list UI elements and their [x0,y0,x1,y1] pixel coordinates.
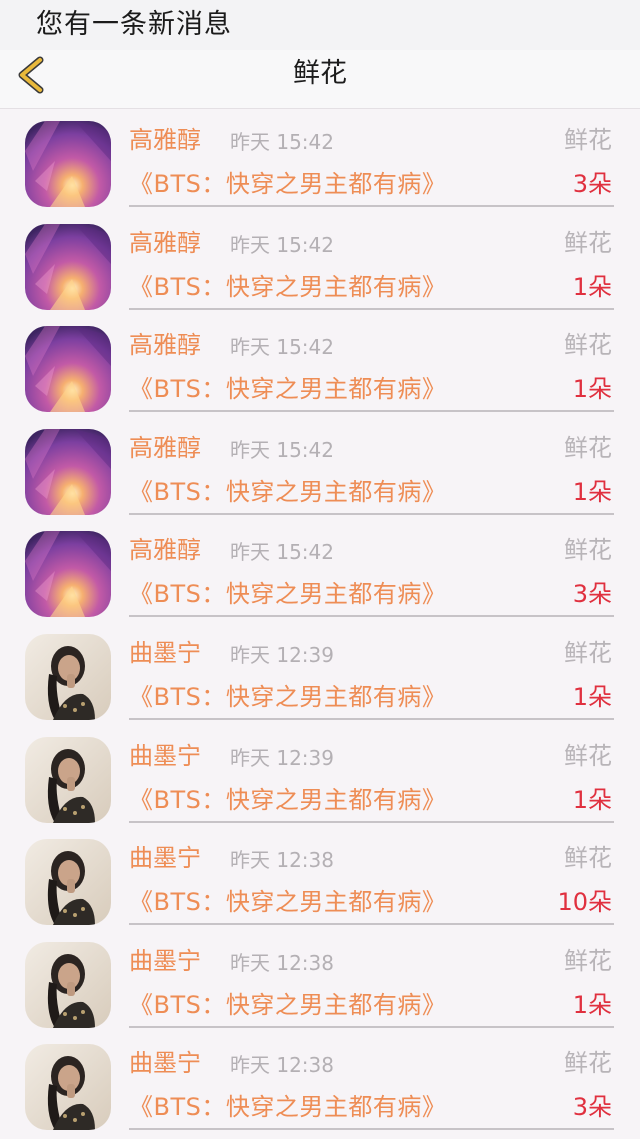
gift-type-label: 鲜花 [564,638,612,667]
avatar[interactable] [25,736,111,823]
avatar[interactable] [25,428,111,515]
divider [129,1128,614,1131]
list-item[interactable]: 高雅醇 昨天 15:42 鲜花《BTS：快穿之男主都有病》 3朵 [0,109,640,212]
list-item[interactable]: 曲墨宁 昨天 12:39 鲜花《BTS：快穿之男主都有病》 1朵 [0,725,640,828]
avatar[interactable] [25,839,111,926]
book-title[interactable]: 《BTS：快穿之男主都有病》 [129,168,446,200]
timestamp: 昨天 12:38 [230,848,334,873]
sender-name: 曲墨宁 [129,946,201,975]
flower-count: 3朵 [572,580,612,609]
flower-count: 1朵 [572,477,612,506]
avatar[interactable] [25,223,111,310]
gift-type-label: 鲜花 [564,844,612,873]
book-title[interactable]: 《BTS：快穿之男主都有病》 [129,989,446,1021]
list-item[interactable]: 高雅醇 昨天 15:42 鲜花《BTS：快穿之男主都有病》 3朵 [0,519,640,622]
book-title[interactable]: 《BTS：快穿之男主都有病》 [129,886,446,918]
sender-name: 曲墨宁 [129,844,201,873]
book-title[interactable]: 《BTS：快穿之男主都有病》 [129,578,446,610]
book-title[interactable]: 《BTS：快穿之男主都有病》 [129,373,446,405]
divider [129,923,614,926]
book-title[interactable]: 《BTS：快穿之男主都有病》 [129,1091,446,1123]
list-item[interactable]: 高雅醇 昨天 15:42 鲜花《BTS：快穿之男主都有病》 1朵 [0,417,640,520]
divider [129,512,614,515]
list-item[interactable]: 曲墨宁 昨天 12:38 鲜花《BTS：快穿之男主都有病》 10朵 [0,827,640,930]
book-title[interactable]: 《BTS：快穿之男主都有病》 [129,681,446,713]
divider [129,307,614,310]
flower-count: 3朵 [572,170,612,198]
list-item[interactable]: 曲墨宁 昨天 12:38 鲜花《BTS：快穿之男主都有病》 3朵 [0,1032,640,1135]
flower-list: 高雅醇 昨天 15:42 鲜花 《BTS：快穿之男主都有病》 3朵 高雅醇 昨天 15:4… [0,109,640,1135]
list-item[interactable]: 高雅醇 昨天 15:42 鲜花《BTS：快穿之男主都有病》 1朵 [0,212,640,315]
divider [129,615,614,618]
flower-count: 1朵 [572,272,612,301]
gift-type-label: 鲜花 [564,1049,612,1078]
flower-count: 1朵 [572,990,612,1019]
flower-count: 1朵 [572,682,612,711]
timestamp: 昨天 12:39 [230,745,334,770]
divider [129,820,614,823]
sender-name: 曲墨宁 [129,1049,201,1078]
timestamp: 昨天 15:42 [230,130,334,154]
sender-name: 高雅醇 [129,433,201,462]
timestamp: 昨天 15:42 [230,335,334,360]
notification-banner[interactable]: 您有一条新消息 [0,0,640,50]
divider [129,410,614,413]
sender-name: 高雅醇 [129,331,201,360]
divider [129,205,614,207]
timestamp: 昨天 12:39 [230,642,334,667]
avatar[interactable] [25,1044,111,1131]
page-title: 鲜花 [293,58,347,89]
gift-type-label: 鲜花 [564,331,612,360]
list-item[interactable]: 高雅醇 昨天 15:42 鲜花《BTS：快穿之男主都有病》 1朵 [0,314,640,417]
timestamp: 昨天 12:38 [230,1053,334,1078]
timestamp: 昨天 15:42 [230,540,334,565]
gift-type-label: 鲜花 [564,433,612,462]
avatar[interactable] [25,121,111,207]
list-item[interactable]: 曲墨宁 昨天 12:38 鲜花《BTS：快穿之男主都有病》 1朵 [0,930,640,1033]
book-title[interactable]: 《BTS：快穿之男主都有病》 [129,476,446,508]
sender-name: 曲墨宁 [129,638,201,667]
flower-count: 1朵 [572,785,612,814]
gift-type-label: 鲜花 [564,946,612,975]
sender-name: 高雅醇 [129,228,201,257]
sender-name: 曲墨宁 [129,741,201,770]
timestamp: 昨天 15:42 [230,232,334,257]
flower-count: 3朵 [572,1093,612,1122]
notification-text: 您有一条新消息 [36,9,232,40]
avatar[interactable] [25,633,111,720]
timestamp: 昨天 15:42 [230,437,334,462]
avatar[interactable] [25,326,111,413]
flower-count: 1朵 [572,375,612,404]
book-title[interactable]: 《BTS：快穿之男主都有病》 [129,784,446,816]
sender-name: 高雅醇 [129,126,201,154]
book-title[interactable]: 《BTS：快穿之男主都有病》 [129,271,446,303]
avatar[interactable] [25,531,111,618]
divider [129,1025,614,1028]
gift-type-label: 鲜花 [564,536,612,565]
timestamp: 昨天 12:38 [230,950,334,975]
avatar[interactable] [25,941,111,1028]
list-item[interactable]: 曲墨宁 昨天 12:39 鲜花《BTS：快穿之男主都有病》 1朵 [0,622,640,725]
sender-name: 高雅醇 [129,536,201,565]
gift-type-label: 鲜花 [564,741,612,770]
flower-count: 10朵 [557,888,612,917]
divider [129,717,614,720]
gift-type-label: 鲜花 [564,228,612,257]
gift-type-label: 鲜花 [564,126,612,154]
